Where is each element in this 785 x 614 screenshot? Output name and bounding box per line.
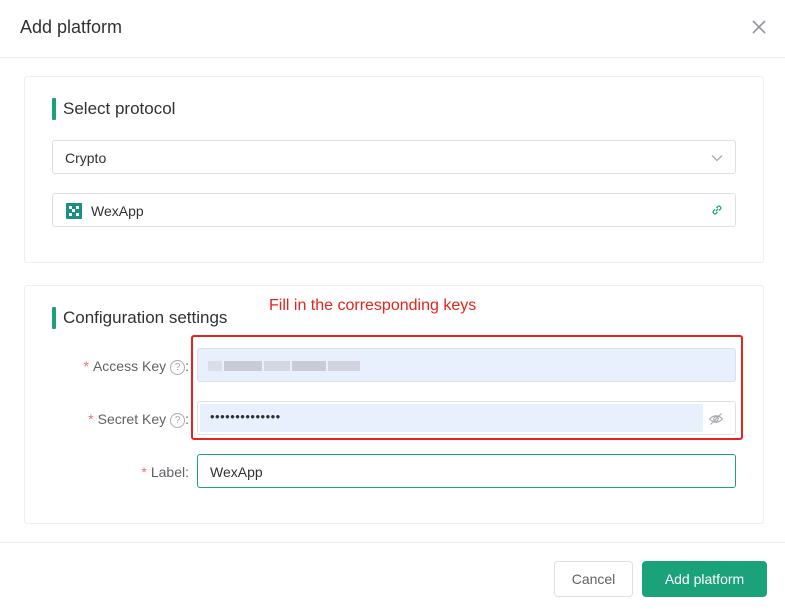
label-field-label: * Label: [141, 464, 189, 480]
wexapp-logo-icon [66, 203, 82, 219]
help-icon[interactable]: ? [170, 360, 186, 375]
annotation-text: Fill in the corresponding keys [269, 297, 477, 314]
secret-key-label: * Secret Key?: [88, 411, 189, 428]
label-input-value: WexApp [210, 464, 263, 480]
platform-name: WexApp [91, 203, 144, 219]
cancel-button[interactable]: Cancel [554, 561, 633, 597]
secret-key-value: •••••••••••••• [210, 409, 281, 424]
secret-key-label-text: Secret Key [97, 411, 167, 427]
secret-key-input[interactable]: •••••••••••••• [197, 401, 736, 435]
add-platform-button[interactable]: Add platform [642, 561, 767, 597]
protocol-select[interactable]: Crypto [52, 140, 736, 174]
access-key-label: * Access Key?: [83, 358, 189, 375]
protocol-section-title: Select protocol [52, 98, 175, 120]
required-mark: * [88, 411, 94, 427]
link-icon[interactable] [710, 203, 724, 222]
dialog-header: Add platform [0, 0, 785, 58]
close-icon[interactable] [748, 16, 770, 38]
chevron-down-icon [710, 151, 724, 170]
label-input[interactable]: WexApp [197, 454, 736, 488]
dialog-title: Add platform [20, 17, 123, 37]
required-mark: * [141, 464, 147, 480]
platform-display: WexApp [52, 193, 736, 227]
eye-off-icon[interactable] [708, 411, 724, 432]
config-section-title: Configuration settings [52, 307, 227, 329]
protocol-select-value: Crypto [65, 150, 107, 166]
protocol-section: Select protocol Crypto WexApp [24, 76, 764, 263]
access-key-input[interactable] [197, 348, 736, 382]
access-key-label-text: Access Key [92, 358, 167, 374]
add-platform-dialog: Add platform Select protocol Crypto WexA… [0, 0, 785, 614]
help-icon[interactable]: ? [170, 413, 186, 428]
required-mark: * [83, 358, 89, 374]
label-field-label-text: Label [150, 464, 186, 480]
